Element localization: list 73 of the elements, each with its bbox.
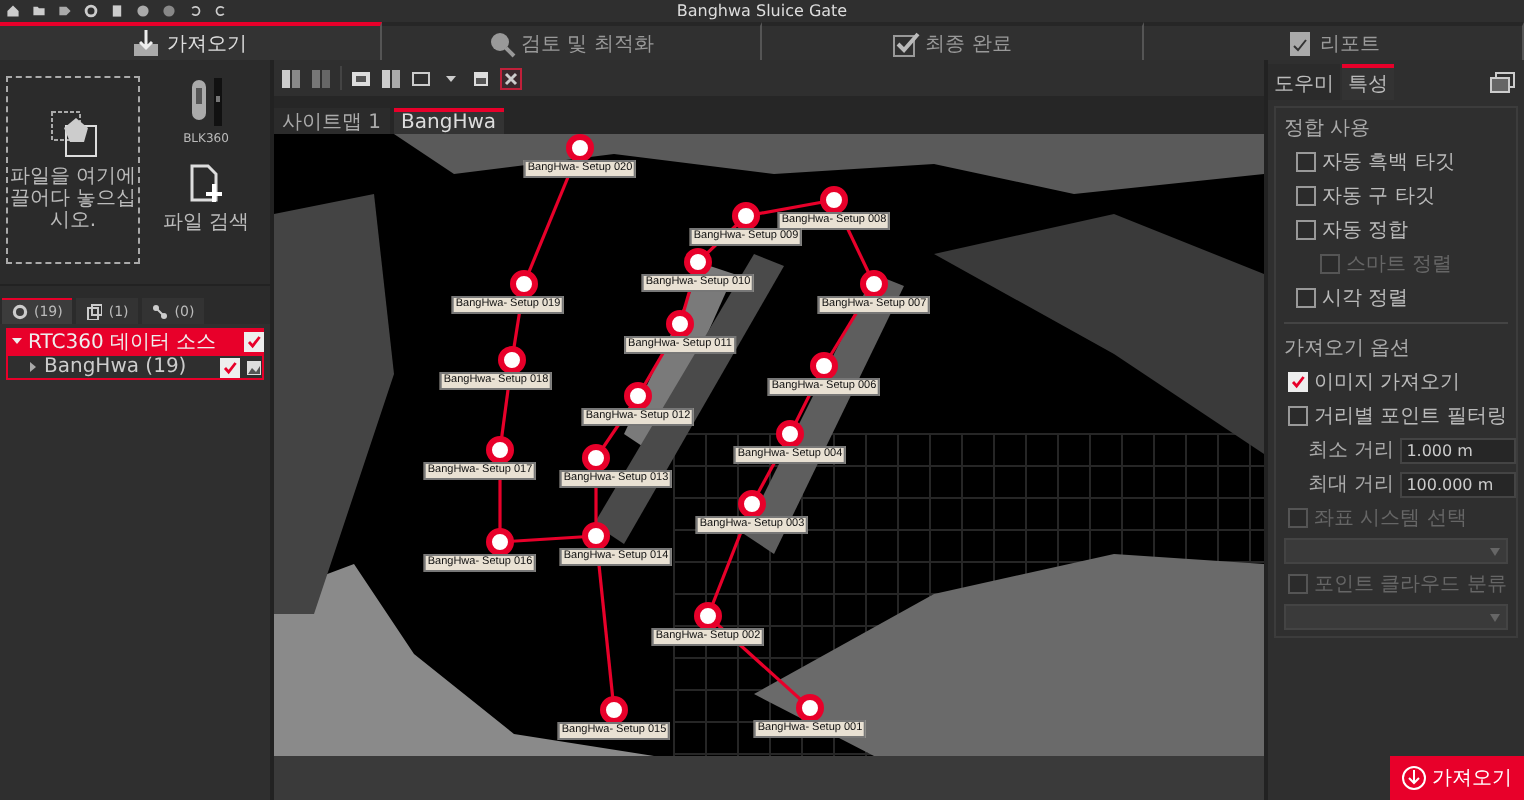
- view-tab[interactable]: 사이트맵 1: [274, 108, 390, 134]
- step-tab[interactable]: 리포트: [1143, 22, 1524, 60]
- pages-icon: [86, 304, 103, 320]
- import-button[interactable]: 가져오기: [1390, 756, 1524, 800]
- caret-icon: [1490, 547, 1500, 555]
- caret-icon: [1490, 613, 1500, 621]
- checkbox-option[interactable]: 자동 흑백 타깃: [1284, 148, 1508, 176]
- home-icon[interactable]: [6, 4, 20, 18]
- setup-marker[interactable]: [582, 444, 610, 472]
- tree-label: RTC360 데이터 소스: [28, 329, 219, 355]
- step-tab[interactable]: 검토 및 최적화: [381, 22, 762, 60]
- checkbox-option[interactable]: 거리별 포인트 필터링: [1284, 402, 1508, 430]
- step-tab[interactable]: 가져오기: [0, 22, 381, 60]
- tag-icon[interactable]: [58, 4, 72, 18]
- setup-marker[interactable]: [486, 436, 514, 464]
- file-search-button[interactable]: 파일 검색: [162, 164, 250, 236]
- field-label: 최소 거리: [1308, 438, 1395, 464]
- drop-zone[interactable]: 파일을 여기에 끌어다 놓으십시오.: [6, 76, 140, 264]
- folder-icon[interactable]: [32, 4, 46, 18]
- download-icon: [1402, 766, 1426, 790]
- section-title: 정합 사용: [1284, 116, 1373, 142]
- frame-icon[interactable]: [410, 67, 432, 89]
- checkbox[interactable]: [1296, 288, 1316, 308]
- checkbox-option[interactable]: 자동 정합: [1284, 216, 1508, 244]
- setup-marker[interactable]: [600, 696, 628, 724]
- setup-marker[interactable]: [684, 248, 712, 276]
- section-title: 가져오기 옵션: [1284, 336, 1413, 362]
- checkbox-option[interactable]: 시각 정렬: [1284, 284, 1508, 312]
- drop-hint: 파일을 여기에 끌어다 놓으십시오.: [8, 166, 138, 232]
- checkbox[interactable]: [1288, 406, 1308, 426]
- panel-icon[interactable]: [350, 67, 372, 89]
- number-field[interactable]: 100.000 m: [1400, 471, 1517, 497]
- magnifier-icon: [487, 29, 516, 57]
- checkbox-option[interactable]: 이미지 가져오기: [1284, 368, 1508, 396]
- field-label: 최대 거리: [1308, 472, 1395, 498]
- checkmark-icon: [891, 29, 920, 57]
- image-icon: [246, 359, 262, 375]
- caret-icon[interactable]: [28, 362, 38, 372]
- setup-marker[interactable]: [820, 186, 848, 214]
- gear-icon[interactable]: [84, 4, 98, 18]
- cross-icon[interactable]: [500, 67, 522, 89]
- tree-item[interactable]: BangHwa (19): [6, 354, 264, 380]
- window-title: Banghwa Sluice Gate: [676, 0, 848, 22]
- file-plus-icon: [188, 164, 224, 204]
- number-field[interactable]: 1.000 m: [1400, 437, 1517, 463]
- panel-tab[interactable]: 도우미: [1268, 64, 1340, 100]
- point-cloud-map[interactable]: [274, 134, 1264, 756]
- setup-marker[interactable]: [498, 346, 526, 374]
- gear-icon: [12, 304, 28, 320]
- tree-item[interactable]: RTC360 데이터 소스: [6, 328, 264, 354]
- redo-icon[interactable]: [214, 4, 228, 18]
- hand-icon: [47, 108, 99, 160]
- setup-marker[interactable]: [486, 528, 514, 556]
- caret-icon[interactable]: [12, 336, 22, 346]
- tree-label: BangHwa (19): [44, 356, 189, 378]
- view-tab[interactable]: BangHwa: [393, 108, 505, 134]
- setup-marker[interactable]: [510, 270, 538, 298]
- undo-icon[interactable]: [188, 4, 202, 18]
- setup-marker[interactable]: [694, 602, 722, 630]
- windows-icon[interactable]: [1490, 71, 1516, 93]
- document-icon[interactable]: [110, 4, 124, 18]
- download-icon: [132, 29, 161, 57]
- checkbox-option[interactable]: 자동 구 타깃: [1284, 182, 1508, 210]
- checkbox[interactable]: [1296, 152, 1316, 172]
- panel-tab[interactable]: 특성: [1342, 64, 1394, 100]
- nodes-icon: [152, 304, 169, 320]
- checkbox[interactable]: [1296, 186, 1316, 206]
- window-icon[interactable]: [470, 67, 492, 89]
- report-icon: [1285, 29, 1314, 57]
- setup-marker[interactable]: [732, 202, 760, 230]
- setup-marker[interactable]: [860, 270, 888, 298]
- checkbox[interactable]: [1296, 220, 1316, 240]
- step-tab[interactable]: 최종 완료: [762, 22, 1143, 60]
